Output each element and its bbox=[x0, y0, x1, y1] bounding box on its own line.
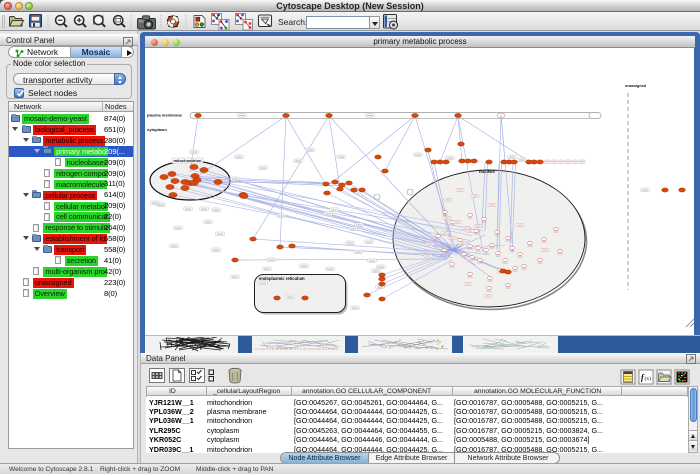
svg-text:plasma membrane: plasma membrane bbox=[147, 113, 183, 118]
svg-text:mitochondrion: mitochondrion bbox=[174, 158, 203, 163]
svg-text:endoplasmic reticulum: endoplasmic reticulum bbox=[259, 276, 305, 281]
svg-text:cytoplasm: cytoplasm bbox=[147, 127, 167, 132]
svg-text:unassigned: unassigned bbox=[625, 84, 647, 88]
svg-text:(x): (x) bbox=[645, 375, 652, 382]
svg-text:nucleus: nucleus bbox=[479, 169, 495, 174]
svg-text:Search:: Search: bbox=[278, 17, 307, 27]
